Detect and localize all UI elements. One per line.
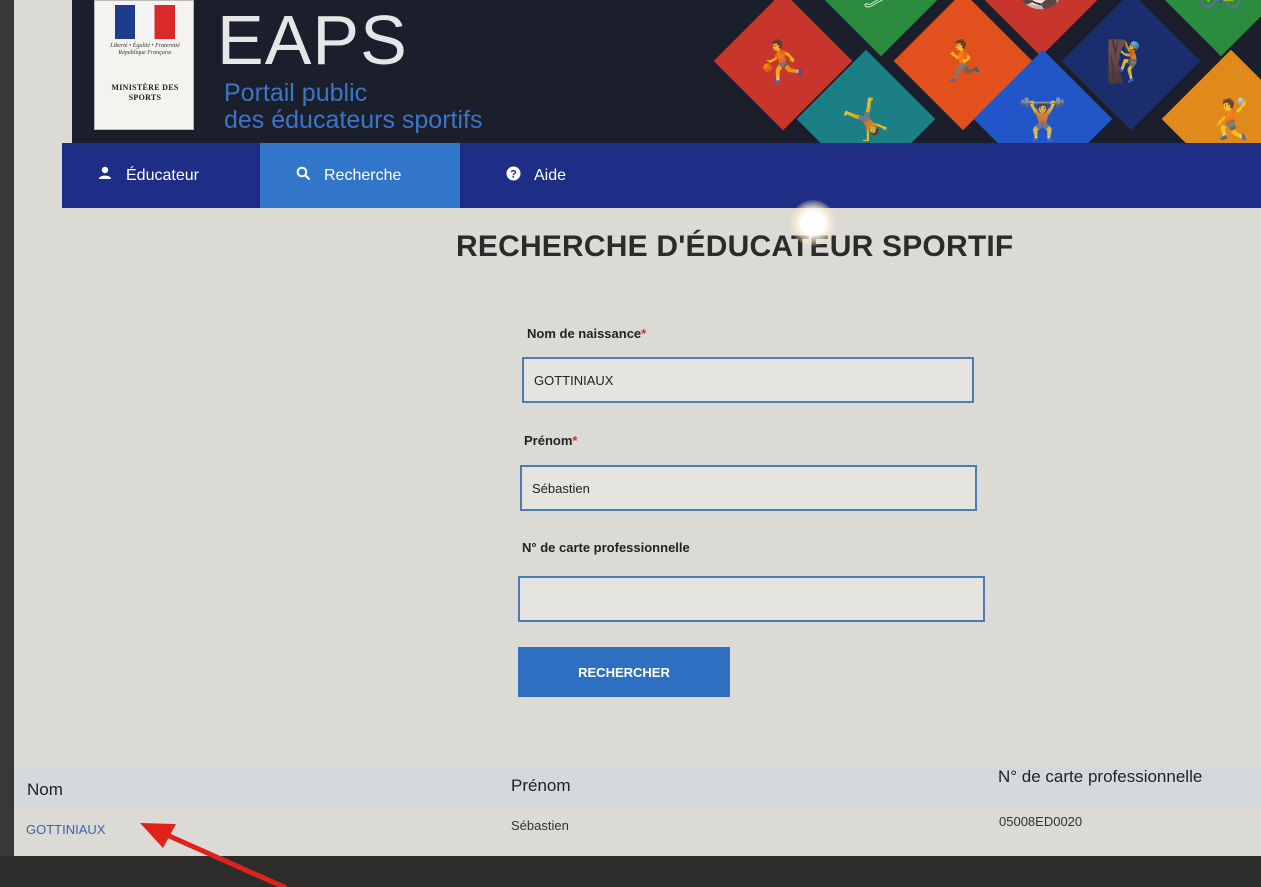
annotation-arrow-icon — [140, 823, 287, 887]
